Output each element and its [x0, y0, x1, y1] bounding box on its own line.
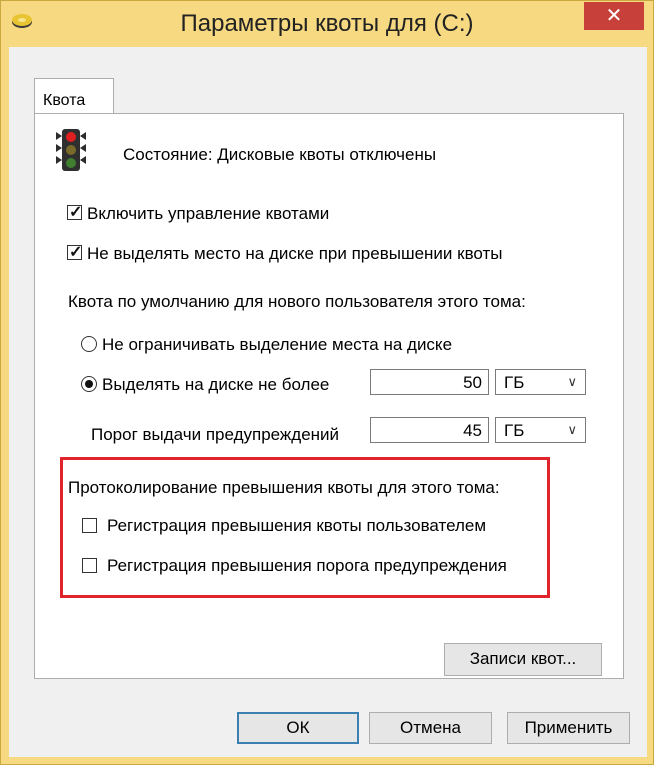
enable-quota-label: Включить управление квотами	[87, 204, 330, 223]
warning-unit-select[interactable]: ГБ ∨	[495, 417, 586, 443]
apply-button[interactable]: Применить	[507, 712, 630, 744]
enable-quota-checkbox[interactable]: ✓	[67, 204, 83, 221]
window-title: Параметры квоты для (C:)	[180, 10, 474, 37]
quota-properties-dialog: Параметры квоты для (C:) ✕ Квота Состоян…	[0, 0, 654, 765]
warning-label: Порог выдачи предупреждений	[91, 425, 340, 444]
no-limit-label: Не ограничивать выделение места на диске	[102, 335, 453, 354]
deny-space-label: Не выделять место на диске при превышени…	[87, 244, 503, 263]
limit-unit-value: ГБ	[504, 373, 525, 392]
dialog-client-area: Квота Состояние: Дисковые квоты отключен…	[9, 47, 647, 757]
close-button[interactable]: ✕	[584, 2, 644, 30]
cancel-button[interactable]: Отмена	[369, 712, 492, 744]
traffic-light-icon	[53, 128, 89, 172]
chevron-down-icon: ∨	[567, 422, 577, 437]
limit-value-input[interactable]: 50	[370, 369, 489, 395]
chevron-down-icon: ∨	[567, 374, 577, 389]
quota-status-text: Состояние: Дисковые квоты отключены	[123, 145, 437, 164]
quota-entries-button[interactable]: Записи квот...	[444, 643, 602, 676]
deny-space-checkbox[interactable]: ✓	[67, 244, 83, 261]
default-quota-heading: Квота по умолчанию для нового пользовате…	[68, 292, 526, 311]
warning-unit-value: ГБ	[504, 421, 525, 440]
checkmark-icon: ✓	[69, 244, 83, 261]
logging-highlight-box	[60, 457, 550, 598]
tab-quota[interactable]: Квота	[34, 78, 114, 114]
limit-radio[interactable]	[81, 376, 97, 392]
no-limit-radio[interactable]	[81, 336, 97, 352]
limit-unit-select[interactable]: ГБ ∨	[495, 369, 586, 395]
warning-value-input[interactable]: 45	[370, 417, 489, 443]
checkmark-icon: ✓	[69, 204, 83, 221]
radio-dot	[85, 380, 93, 388]
ok-button[interactable]: ОК	[237, 712, 359, 744]
title-bar: Параметры квоты для (C:) ✕	[1, 1, 653, 41]
limit-label: Выделять на диске не более	[102, 375, 330, 394]
